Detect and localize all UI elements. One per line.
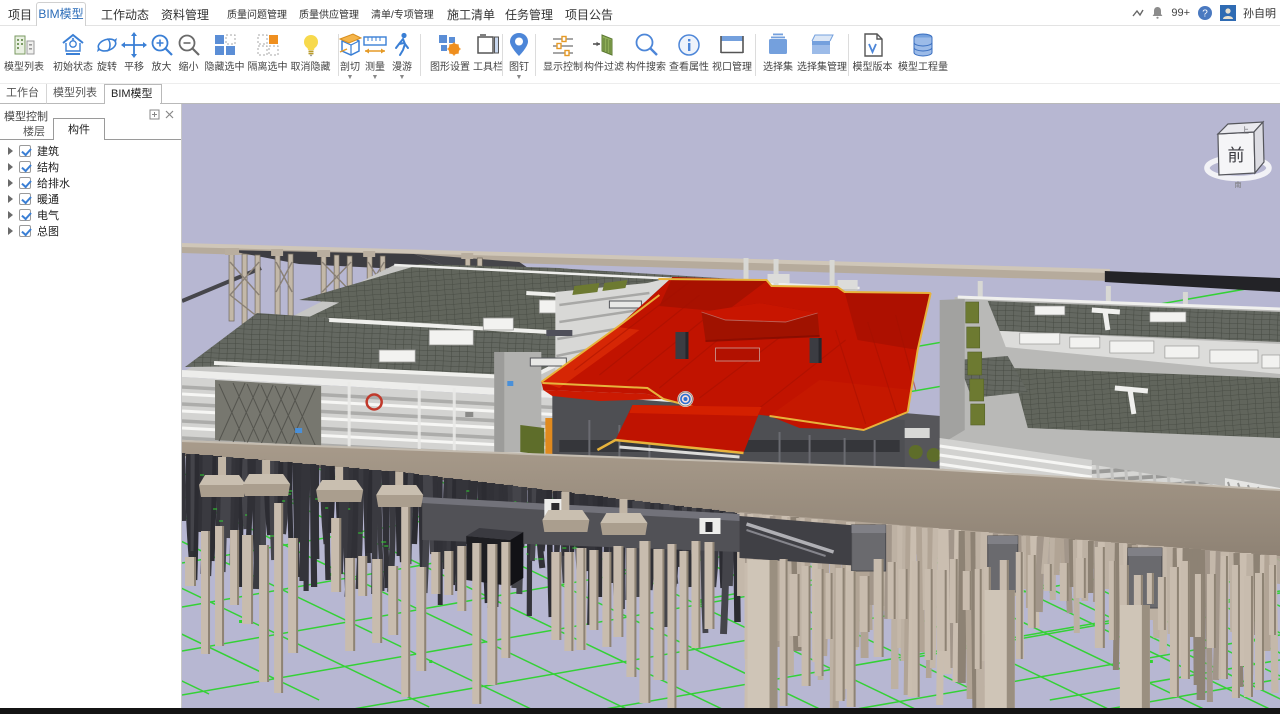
svg-text:南: 南 — [1234, 180, 1241, 189]
svg-text:前: 前 — [1227, 146, 1244, 165]
svg-text:?: ? — [1202, 9, 1208, 20]
svg-text:上: 上 — [1241, 126, 1249, 135]
